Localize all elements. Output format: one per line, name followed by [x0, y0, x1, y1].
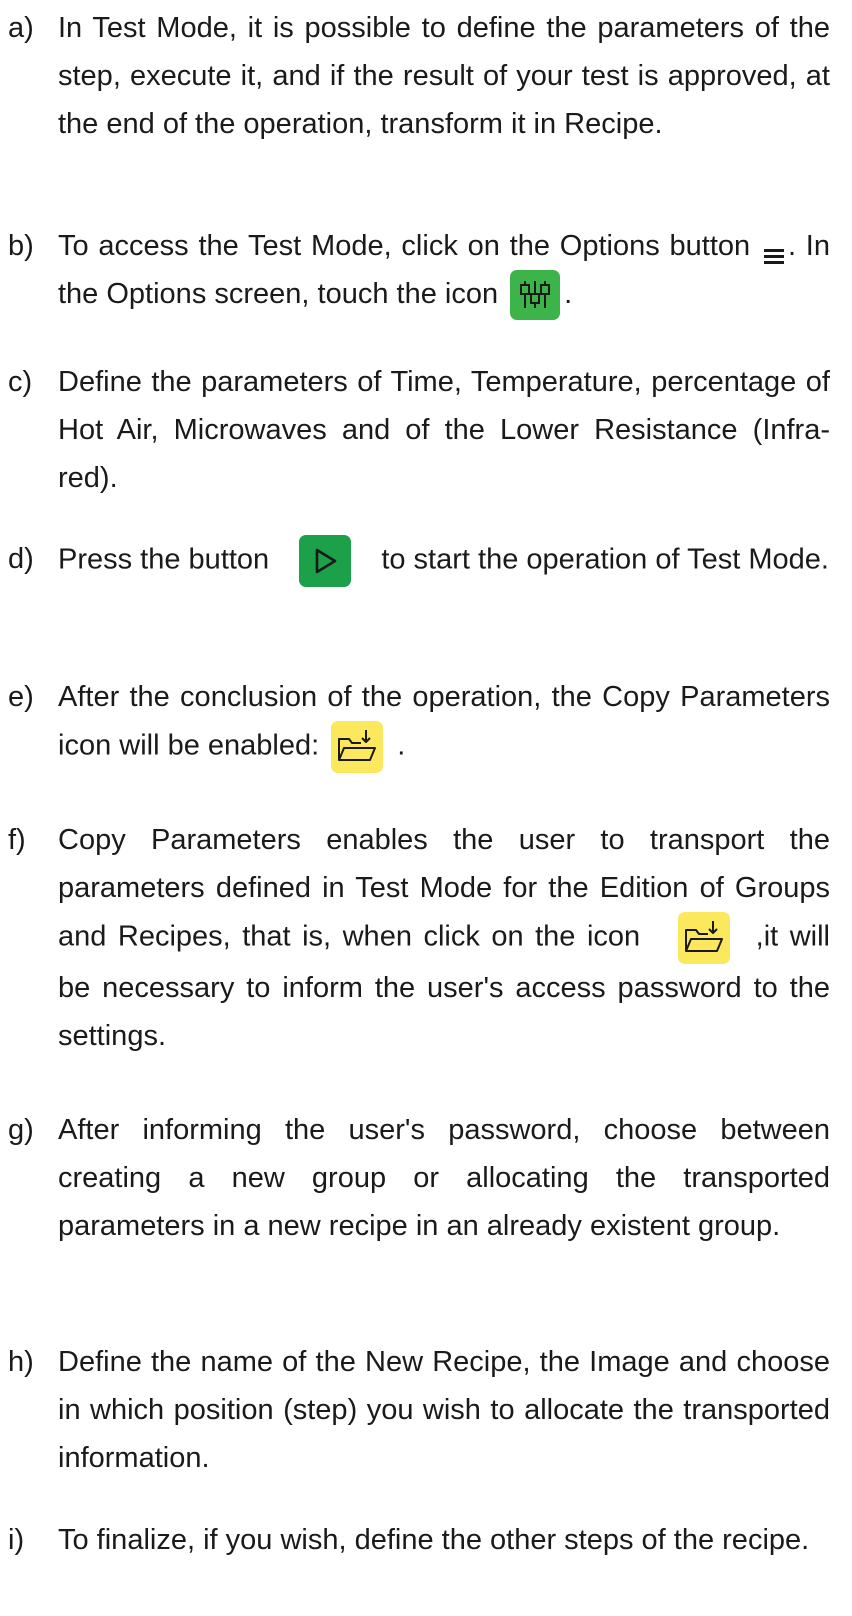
text-segment: to start the operation of Test Mode.: [381, 543, 829, 576]
list-text: To access the Test Mode, click on the Op…: [58, 222, 830, 321]
list-item-d: d) Press the button to start the operati…: [0, 535, 852, 635]
menu-icon: [762, 235, 786, 265]
list-marker: f): [8, 824, 26, 856]
list-text: In Test Mode, it is possible to define t…: [58, 12, 830, 140]
list-marker: i): [8, 1524, 25, 1556]
list-item-h: h) Define the name of the New Recipe, th…: [0, 1338, 852, 1488]
list-text: Copy Parameters enables the user to tran…: [58, 816, 830, 1060]
list-marker: h): [8, 1346, 34, 1378]
list-marker: g): [8, 1114, 34, 1146]
list-marker: c): [8, 366, 33, 398]
list-text: Define the parameters of Time, Temperatu…: [58, 366, 830, 494]
list-text: Define the name of the New Recipe, the I…: [58, 1346, 830, 1474]
folder-download-icon: [677, 912, 730, 964]
list-marker: b): [8, 230, 34, 262]
play-icon: [299, 535, 352, 587]
list-marker: d): [8, 543, 34, 575]
list-text: After informing the user's password, cho…: [58, 1114, 830, 1242]
text-segment: After the conclusion of the operation, t…: [58, 681, 830, 762]
list-item-e: e) After the conclusion of the operation…: [0, 673, 852, 773]
list-item-b: b) To access the Test Mode, click on the…: [0, 222, 852, 322]
list-text: After the conclusion of the operation, t…: [58, 673, 830, 773]
list-item-i: i) To finalize, if you wish, define the …: [0, 1516, 852, 1616]
sliders-icon: [510, 270, 561, 321]
list-item-g: g) After informing the user's password, …: [0, 1106, 852, 1306]
list-text: To finalize, if you wish, define the oth…: [58, 1524, 810, 1556]
text-segment: To access the Test Mode, click on the Op…: [58, 230, 751, 262]
list-text: Press the button to start the operation …: [58, 535, 830, 587]
text-segment: .: [397, 729, 406, 762]
list-item-a: a) In Test Mode, it is possible to defin…: [0, 4, 852, 154]
folder-download-icon: [331, 721, 384, 773]
text-segment: .: [564, 278, 573, 310]
list-item-c: c) Define the parameters of Time, Temper…: [0, 358, 852, 498]
list-marker: e): [8, 681, 34, 713]
list-marker: a): [8, 12, 34, 44]
text-segment: Press the button: [58, 543, 270, 576]
list-item-f: f) Copy Parameters enables the user to t…: [0, 816, 852, 1066]
